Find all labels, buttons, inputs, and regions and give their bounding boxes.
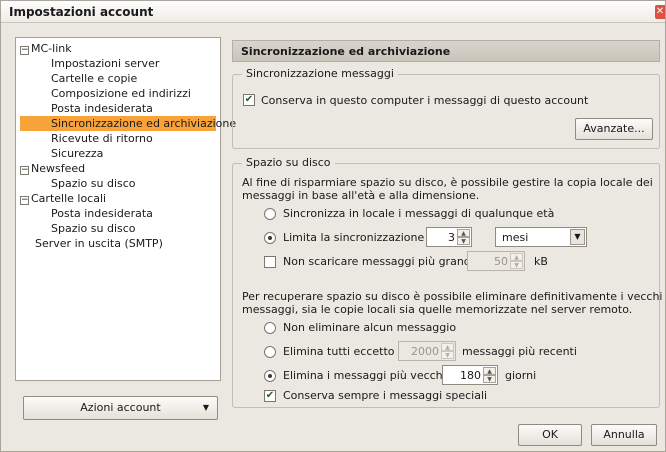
- radio-limit-sync[interactable]: [264, 232, 276, 244]
- size-unit-label: kB: [534, 255, 548, 268]
- stepper-arrows-icon[interactable]: ▲ ▼: [483, 367, 496, 383]
- disk-space-description-line-2: messaggi in base all'età e alla dimensio…: [242, 189, 480, 202]
- tree-item-label: MC-link: [31, 42, 72, 55]
- tree-item-label: Newsfeed: [31, 162, 86, 175]
- tree-item-server-settings[interactable]: Impostazioni server: [51, 56, 159, 71]
- ok-button[interactable]: OK: [518, 424, 582, 446]
- collapse-icon[interactable]: −: [20, 196, 29, 205]
- tree-item-receipts[interactable]: Ricevute di ritorno: [51, 131, 153, 146]
- radio-delete-older-label: Elimina i messaggi più vecchi di: [283, 369, 460, 382]
- dropdown-caret-icon: ▼: [202, 403, 209, 412]
- keep-count-suffix: messaggi più recenti: [462, 345, 577, 358]
- limit-value: 3: [448, 231, 455, 244]
- account-actions-button[interactable]: Azioni account ▼: [23, 396, 218, 420]
- delete-description-line-2: messaggi, sia le copie locali sia quelle…: [242, 303, 633, 316]
- tree-item-smtp[interactable]: Server in uscita (SMTP): [35, 236, 163, 251]
- account-tree[interactable]: − MC-link Impostazioni server Cartelle e …: [15, 37, 236, 381]
- delete-description-line-1: Per recuperare spazio su disco è possibi…: [242, 290, 663, 303]
- tree-item-label: Posta indesiderata: [51, 102, 153, 115]
- title-bar: Impostazioni account ✕: [1, 1, 665, 23]
- no-download-large-checkbox[interactable]: [264, 256, 276, 268]
- tree-item-security[interactable]: Sicurezza: [51, 146, 103, 161]
- tree-item-junk[interactable]: Posta indesiderata: [51, 101, 153, 116]
- tree-item-label: Spazio su disco: [51, 222, 136, 235]
- tree-item-label: Impostazioni server: [51, 57, 160, 70]
- disk-space-legend: Spazio su disco: [242, 156, 335, 169]
- tree-item-label: Sicurezza: [51, 147, 104, 160]
- disk-space-description-line-1: Al fine di risparmiare spazio su disco, …: [242, 176, 653, 189]
- keep-count-value: 2000: [411, 345, 439, 358]
- tree-item-label: Spazio su disco: [51, 177, 136, 190]
- account-settings-window: Impostazioni account ✕ − MC-link Impostaz…: [0, 0, 666, 452]
- tree-item-label: Composizione ed indirizzi: [51, 87, 191, 100]
- size-limit-value: 50: [494, 255, 508, 268]
- panel-title: Sincronizzazione ed archiviazione: [232, 40, 660, 62]
- collapse-icon[interactable]: −: [20, 166, 29, 175]
- tree-item-label: Sincronizzazione ed archiviazione: [51, 117, 237, 130]
- close-icon[interactable]: ✕: [655, 5, 665, 19]
- tree-item-label: Cartelle locali: [31, 192, 107, 205]
- limit-unit-value: mesi: [502, 231, 529, 244]
- radio-limit-sync-label: Limita la sincronizzazione a: [283, 231, 435, 244]
- keep-special-label: Conserva sempre i messaggi speciali: [283, 389, 488, 402]
- tree-item-label: Cartelle e copie: [51, 72, 138, 85]
- radio-selected-dot: [268, 236, 272, 240]
- stepper-arrows-icon[interactable]: ▲ ▼: [510, 253, 523, 269]
- radio-delete-all-except[interactable]: [264, 346, 276, 358]
- radio-no-delete-label: Non eliminare alcun messaggio: [283, 321, 457, 334]
- tree-item-composition[interactable]: Composizione ed indirizzi: [51, 86, 191, 101]
- tree-item-disk-space[interactable]: Spazio su disco: [51, 176, 136, 191]
- collapse-icon[interactable]: −: [20, 46, 29, 55]
- tree-item-sync-archive[interactable]: Sincronizzazione ed archiviazione: [20, 116, 236, 131]
- radio-delete-older[interactable]: [264, 370, 276, 382]
- older-days-stepper[interactable]: 180 ▲ ▼: [442, 365, 498, 385]
- keep-messages-checkbox[interactable]: ✔: [243, 94, 255, 106]
- radio-delete-all-except-label: Elimina tutti eccetto i: [283, 345, 402, 358]
- tree-item-folders[interactable]: Cartelle e copie: [51, 71, 137, 86]
- older-days-value: 180: [460, 369, 481, 382]
- cancel-button[interactable]: Annulla: [591, 424, 657, 446]
- size-limit-stepper[interactable]: 50 ▲ ▼: [467, 251, 525, 271]
- limit-unit-select[interactable]: mesi ▼: [495, 227, 587, 247]
- older-days-suffix: giorni: [505, 369, 537, 382]
- tree-item-label: Server in uscita (SMTP): [35, 237, 163, 250]
- tree-item-local-disk-space[interactable]: Spazio su disco: [51, 221, 136, 236]
- chevron-down-icon[interactable]: ▼: [570, 229, 585, 245]
- keep-messages-label: Conserva in questo computer i messaggi d…: [261, 94, 589, 107]
- tree-item-mc-link[interactable]: − MC-link: [20, 41, 72, 56]
- sync-messages-legend: Sincronizzazione messaggi: [242, 67, 398, 80]
- account-actions-label: Azioni account: [80, 401, 161, 414]
- disk-space-group: Spazio su disco Al fine di risparmiare s…: [232, 156, 663, 408]
- radio-no-delete[interactable]: [264, 322, 276, 334]
- tree-item-local-folders[interactable]: − Cartelle locali: [20, 191, 106, 206]
- tree-item-newsfeed[interactable]: − Newsfeed: [20, 161, 85, 176]
- radio-any-age-label: Sincronizza in locale i messaggi di qual…: [283, 207, 555, 220]
- sync-messages-group: Sincronizzazione messaggi ✔ Conserva in …: [232, 67, 660, 149]
- tree-item-local-junk[interactable]: Posta indesiderata: [51, 206, 153, 221]
- stepper-arrows-icon[interactable]: ▲ ▼: [457, 229, 470, 245]
- stepper-arrows-icon[interactable]: ▲ ▼: [441, 343, 454, 359]
- tree-item-label: Posta indesiderata: [51, 207, 153, 220]
- advanced-button[interactable]: Avanzate...: [575, 118, 653, 140]
- tree-item-label: Ricevute di ritorno: [51, 132, 153, 145]
- no-download-large-label: Non scaricare messaggi più grandi di: [283, 255, 488, 268]
- keep-special-checkbox[interactable]: ✔: [264, 390, 276, 402]
- window-title: Impostazioni account: [9, 5, 154, 19]
- radio-selected-dot: [268, 374, 272, 378]
- radio-any-age[interactable]: [264, 208, 276, 220]
- limit-value-stepper[interactable]: 3 ▲ ▼: [426, 227, 472, 247]
- keep-count-stepper[interactable]: 2000 ▲ ▼: [398, 341, 456, 361]
